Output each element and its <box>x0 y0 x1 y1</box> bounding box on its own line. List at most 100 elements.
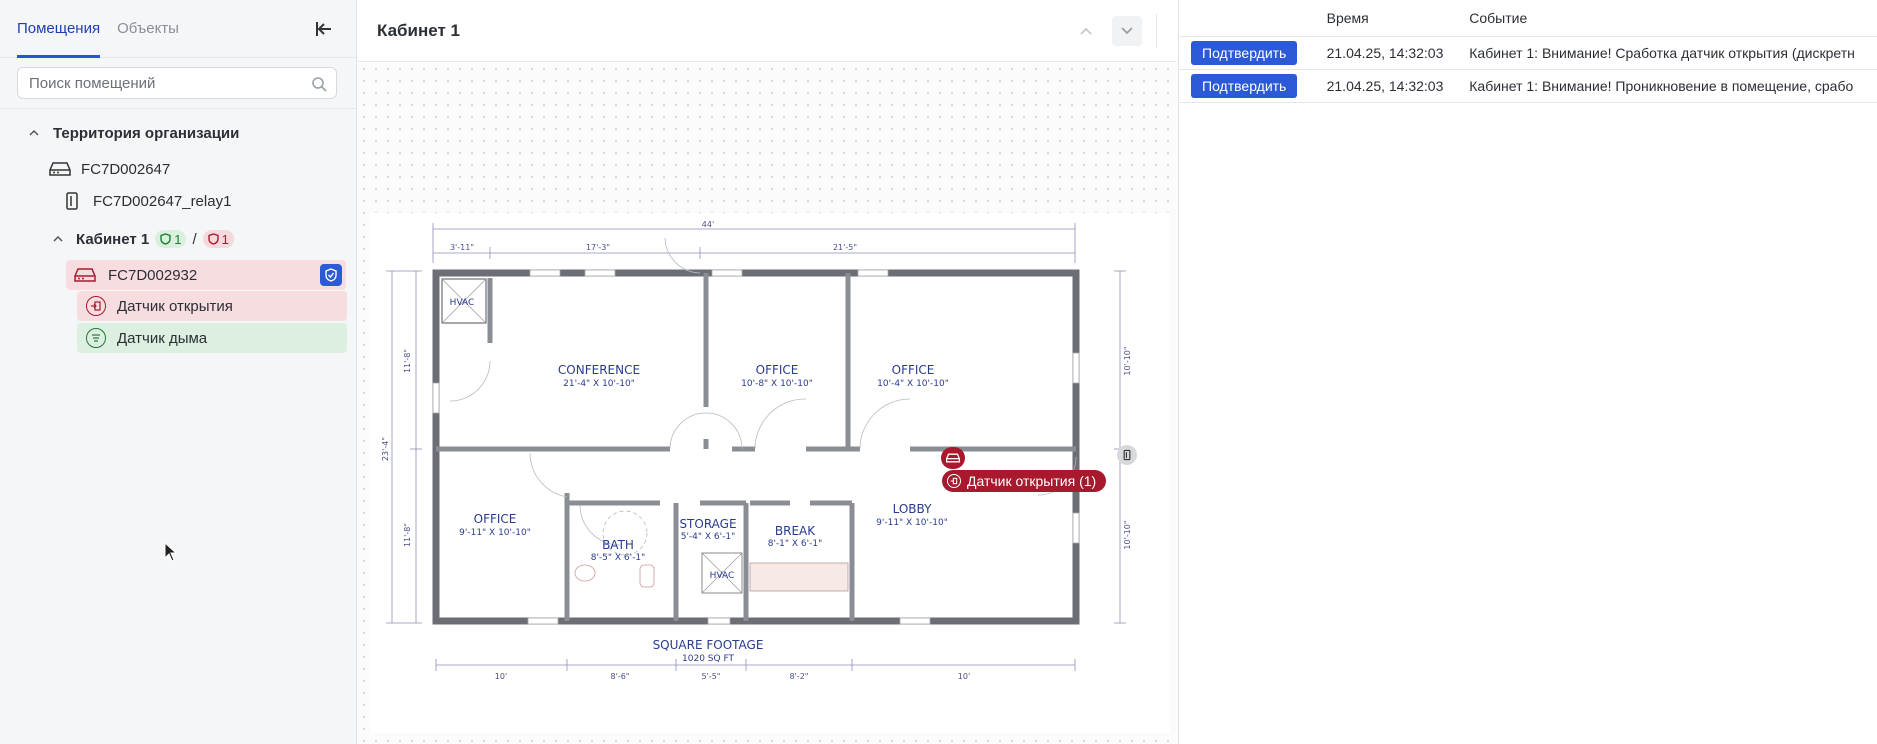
dim-right-1: 10'-10" <box>1123 346 1132 375</box>
room-size-office-3: 9'-11" X 10'-10" <box>459 528 531 538</box>
dim-top-2: 17'-3" <box>586 243 610 252</box>
tab-rooms[interactable]: Помещения <box>17 0 101 58</box>
dim-top-4: 21'-5" <box>833 243 857 252</box>
room-name-conference: CONFERENCE <box>558 363 640 377</box>
app-window: Помещения Объекты Территория ор <box>0 0 1877 744</box>
controller-icon <box>49 162 71 176</box>
table-row: Подтвердить 21.04.25, 14:32:03 Кабинет 1… <box>1179 36 1877 70</box>
plan-header: Кабинет 1 <box>358 0 1177 62</box>
room-size-lobby: 9'-11" X 10'-10" <box>876 518 948 528</box>
event-time: 21.04.25, 14:32:03 <box>1326 36 1470 70</box>
arm-toggle-button[interactable] <box>320 264 342 286</box>
next-room-button[interactable] <box>1112 16 1142 46</box>
plan-title: Кабинет 1 <box>377 20 460 40</box>
map-sensor-marker[interactable]: Датчик открытия (1) <box>942 470 1107 492</box>
tab-objects[interactable]: Объекты <box>117 0 179 58</box>
room-name-storage: STORAGE <box>679 517 736 531</box>
tree-node-device-2[interactable]: FC7D002932 <box>66 260 346 290</box>
shield-alert-icon <box>207 233 219 245</box>
tree-label-device-2: FC7D002932 <box>108 266 198 284</box>
rooms-sidebar: Помещения Объекты Территория ор <box>0 0 357 744</box>
map-sensor-label: Датчик открытия (1) <box>967 473 1097 489</box>
confirm-button[interactable]: Подтвердить <box>1191 40 1298 65</box>
dim-left-3: 11'-8" <box>403 523 412 547</box>
map-device-marker[interactable] <box>941 447 965 469</box>
room-name-office-2: OFFICE <box>892 363 935 377</box>
armed-count: 1 <box>174 231 182 247</box>
events-panel: Время Событие Подтвердить 21.04.25, 14:3… <box>1178 0 1877 744</box>
dim-bottom-3: 5'-5" <box>702 672 721 681</box>
tree-label-sensor-open: Датчик открытия <box>117 297 233 315</box>
badge-separator: / <box>192 230 197 248</box>
event-text: Кабинет 1: Внимание! Проникновение в пом… <box>1469 77 1854 94</box>
relay-icon <box>1123 449 1131 461</box>
dim-right-2: 10'-10" <box>1123 520 1132 549</box>
controller-icon <box>74 268 96 282</box>
room-name-office-3: OFFICE <box>474 512 517 526</box>
sidebar-tabs: Помещения Объекты <box>0 0 356 58</box>
hvac-label-2: HVAC <box>710 571 735 581</box>
plan-canvas[interactable]: HVAC HVAC CONFERENCE 21'-4" X 10'-10" OF… <box>358 63 1177 744</box>
chevron-up-icon[interactable] <box>52 233 64 245</box>
search-box <box>17 67 337 99</box>
dim-bottom-2: 8'-6" <box>611 672 630 681</box>
dim-bottom-4: 8'-2" <box>790 672 809 681</box>
room-size-storage: 5'-4" X 6'-1" <box>681 532 736 542</box>
tree-node-sensor-open[interactable]: Датчик открытия <box>77 291 347 321</box>
dim-left-1: 11'-8" <box>403 349 412 373</box>
dim-left-2: 23'-4" <box>381 437 390 461</box>
room-size-office-2: 10'-4" X 10'-10" <box>877 379 949 389</box>
confirm-button[interactable]: Подтвердить <box>1191 73 1298 98</box>
col-time[interactable]: Время <box>1326 0 1470 37</box>
chevron-up-icon <box>1080 27 1092 35</box>
tree-label-room: Кабинет 1 <box>76 230 150 248</box>
room-name-break: BREAK <box>775 524 816 538</box>
events-table: Время Событие Подтвердить 21.04.25, 14:3… <box>1179 0 1877 103</box>
search-area <box>0 58 356 109</box>
prev-room-button[interactable] <box>1071 16 1101 46</box>
dim-top-1: 3'-11" <box>450 243 474 252</box>
event-time: 21.04.25, 14:32:03 <box>1326 69 1470 103</box>
chevron-down-icon <box>1121 27 1133 35</box>
door-sensor-icon <box>86 296 106 316</box>
hvac-label: HVAC <box>450 298 475 308</box>
tree-label-device-1: FC7D002647 <box>81 160 171 178</box>
event-text: Кабинет 1: Внимание! Сработка датчик отк… <box>1469 44 1855 61</box>
room-name-lobby: LOBBY <box>893 502 933 516</box>
footage-title: SQUARE FOOTAGE <box>653 638 764 652</box>
dim-top-3: 44' <box>702 220 714 229</box>
dim-bottom-5: 10' <box>958 672 970 681</box>
alarm-count-badge: 1 <box>202 230 234 248</box>
shield-check-icon <box>325 268 337 282</box>
relay-icon <box>66 192 78 210</box>
dim-bottom-1: 10' <box>495 672 507 681</box>
col-event[interactable]: Событие <box>1469 0 1877 37</box>
room-size-break: 8'-1" X 6'-1" <box>768 539 823 549</box>
alarm-count: 1 <box>221 231 229 247</box>
tree-node-device-1[interactable]: FC7D002647 <box>49 158 170 180</box>
room-size-office-1: 10'-8" X 10'-10" <box>741 379 813 389</box>
armed-count-badge: 1 <box>155 230 187 248</box>
search-input[interactable] <box>18 68 298 98</box>
tree-node-sensor-smoke[interactable]: Датчик дыма <box>77 323 347 353</box>
tree-node-relay[interactable]: FC7D002647_relay1 <box>65 190 231 212</box>
chevron-up-icon[interactable] <box>28 127 40 139</box>
tree-node-room[interactable]: Кабинет 1 1 / 1 <box>52 228 234 250</box>
room-name-office-1: OFFICE <box>756 363 799 377</box>
map-relay-marker[interactable] <box>1117 445 1137 465</box>
tree-node-territory[interactable]: Территория организации <box>28 122 239 144</box>
tree-label-relay: FC7D002647_relay1 <box>93 192 232 210</box>
controller-icon <box>946 453 960 463</box>
door-sensor-icon <box>947 474 961 488</box>
tree-label-territory: Территория организации <box>53 124 240 142</box>
search-icon[interactable] <box>311 76 327 92</box>
events-header-row: Время Событие <box>1179 0 1877 37</box>
shield-icon <box>160 233 171 245</box>
col-action <box>1179 0 1327 37</box>
tree-label-sensor-smoke: Датчик дыма <box>117 329 208 347</box>
collapse-sidebar-icon[interactable] <box>314 19 334 39</box>
room-size-conference: 21'-4" X 10'-10" <box>563 379 635 389</box>
room-name-bath: BATH <box>602 538 634 552</box>
header-divider <box>1156 14 1157 48</box>
footage-value: 1020 SQ FT <box>682 654 734 664</box>
